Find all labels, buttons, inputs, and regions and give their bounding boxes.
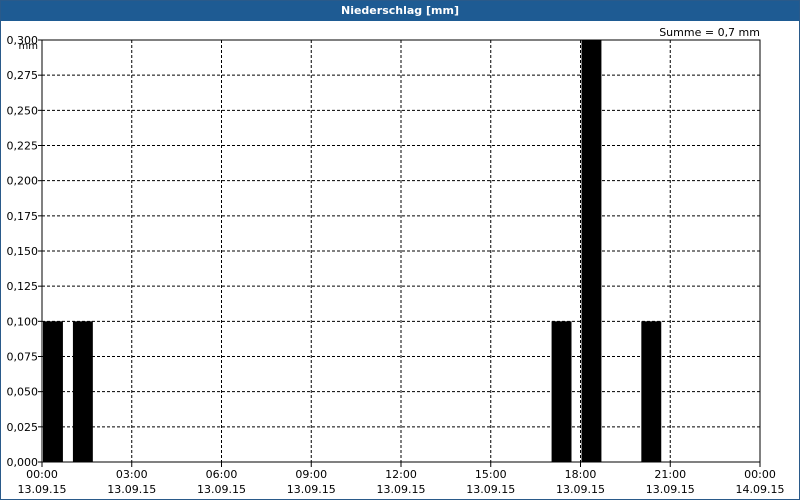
- y-tick-label: 0,225: [7, 140, 39, 153]
- x-tick-time-label: 03:00: [116, 468, 148, 481]
- x-tick-time-label: 21:00: [654, 468, 686, 481]
- y-tick-label: 0,050: [7, 386, 39, 399]
- x-tick-time-label: 09:00: [295, 468, 327, 481]
- bar: [581, 40, 602, 462]
- x-tick-time-label: 06:00: [206, 468, 238, 481]
- y-tick-label: 0,200: [7, 175, 39, 188]
- x-tick-time-label: 12:00: [385, 468, 417, 481]
- y-tick-label: 0,150: [7, 245, 39, 258]
- y-axis-unit-label: mm: [19, 41, 38, 52]
- bar: [43, 321, 63, 462]
- x-tick-date-label: 13.09.15: [556, 483, 605, 496]
- bar: [641, 321, 662, 462]
- y-tick-label: 0,125: [7, 280, 39, 293]
- x-tick-time-label: 18:00: [565, 468, 597, 481]
- x-tick-date-label: 13.09.15: [197, 483, 246, 496]
- x-tick-time-label: 00:00: [744, 468, 776, 481]
- x-tick-date-label: 13.09.15: [646, 483, 695, 496]
- y-tick-label: 0,175: [7, 210, 39, 223]
- x-tick-time-label: 15:00: [475, 468, 507, 481]
- bar: [72, 321, 93, 462]
- sum-annotation: Summe = 0,7 mm: [659, 26, 760, 39]
- x-tick-date-label: 14.09.15: [736, 483, 785, 496]
- x-tick-date-label: 13.09.15: [107, 483, 156, 496]
- y-tick-label: 0,250: [7, 104, 39, 117]
- y-tick-label: 0,100: [7, 315, 39, 328]
- x-tick-date-label: 13.09.15: [466, 483, 515, 496]
- precipitation-chart: 0,0000,0250,0500,0750,1000,1250,1500,175…: [7, 26, 785, 496]
- y-tick-label: 0,025: [7, 421, 39, 434]
- bar: [551, 321, 572, 462]
- y-tick-label: 0,275: [7, 69, 39, 82]
- x-tick-date-label: 13.09.15: [377, 483, 426, 496]
- y-tick-label: 0,075: [7, 351, 39, 364]
- x-tick-date-label: 13.09.15: [287, 483, 336, 496]
- x-tick-date-label: 13.09.15: [18, 483, 67, 496]
- x-tick-time-label: 00:00: [26, 468, 58, 481]
